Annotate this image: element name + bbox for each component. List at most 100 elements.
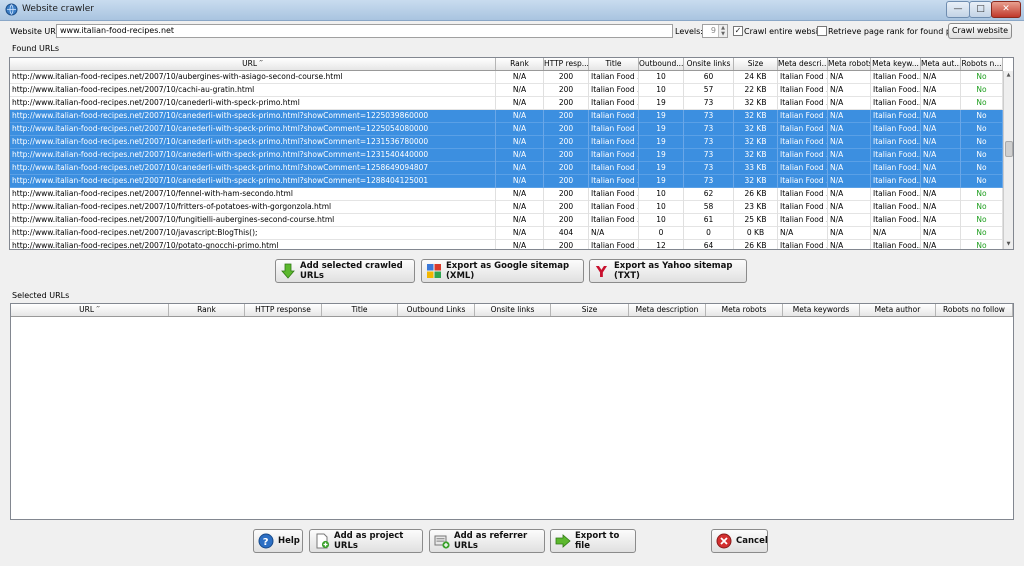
table-row[interactable]: http://www.italian-food-recipes.net/2007… <box>10 110 1003 123</box>
table-cell: 73 <box>684 136 734 149</box>
table-cell: N/A <box>921 110 961 123</box>
scroll-down-icon[interactable]: ▼ <box>1004 240 1013 249</box>
table-cell: No <box>961 188 1003 201</box>
table-row[interactable]: http://www.italian-food-recipes.net/2007… <box>10 162 1003 175</box>
table-row[interactable]: http://www.italian-food-recipes.net/2007… <box>10 240 1003 249</box>
found-header-cell[interactable]: Robots n... <box>961 58 1003 70</box>
website-url-input[interactable]: www.italian-food-recipes.net <box>56 24 673 38</box>
table-cell: N/A <box>921 227 961 240</box>
selected-header-cell[interactable]: URL ′′ <box>11 304 169 316</box>
selected-header-cell[interactable]: Size <box>551 304 629 316</box>
crawl-entire-checkbox[interactable]: ✓ <box>733 26 743 36</box>
table-cell: N/A <box>496 123 544 136</box>
table-row[interactable]: http://www.italian-food-recipes.net/2007… <box>10 149 1003 162</box>
add-selected-crawled-urls-button[interactable]: Add selected crawled URLs <box>275 259 415 283</box>
table-cell: 10 <box>639 201 684 214</box>
table-cell: No <box>961 240 1003 249</box>
found-header-cell[interactable]: URL ′′ <box>10 58 496 70</box>
found-header-cell[interactable]: Meta robots <box>828 58 871 70</box>
found-header-cell[interactable]: Size <box>734 58 778 70</box>
found-urls-table[interactable]: URL ′′ Rank HTTP resp... Title Outbound... On… <box>9 57 1014 250</box>
table-cell: Italian Food... <box>871 84 921 97</box>
table-cell: N/A <box>828 188 871 201</box>
table-cell: N/A <box>828 201 871 214</box>
maximize-button[interactable]: □ <box>969 1 992 18</box>
add-as-referrer-urls-button[interactable]: Add as referrer URLs <box>429 529 545 553</box>
close-button[interactable]: ✕ <box>991 1 1021 18</box>
app-icon <box>5 3 18 16</box>
table-cell: 57 <box>684 84 734 97</box>
table-row[interactable]: http://www.italian-food-recipes.net/2007… <box>10 175 1003 188</box>
found-header-cell[interactable]: Meta aut... <box>921 58 961 70</box>
selected-urls-table[interactable]: URL ′′ Rank HTTP response Title Outbound Lin… <box>10 303 1014 520</box>
table-row[interactable]: http://www.italian-food-recipes.net/2007… <box>10 214 1003 227</box>
add-referrer-icon <box>434 535 450 549</box>
stepper-arrows-icon[interactable]: ▲ ▼ <box>718 25 727 37</box>
found-urls-scrollbar[interactable]: ▲ ▼ <box>1003 71 1013 249</box>
table-cell: 19 <box>639 136 684 149</box>
table-row[interactable]: http://www.italian-food-recipes.net/2007… <box>10 97 1003 110</box>
table-cell: 10 <box>639 214 684 227</box>
selected-header-cell[interactable]: Rank <box>169 304 245 316</box>
selected-header-cell[interactable]: Meta robots <box>706 304 783 316</box>
found-header-cell[interactable]: Outbound... <box>639 58 684 70</box>
levels-stepper[interactable]: 9 ▲ ▼ <box>702 24 728 38</box>
table-cell: N/A <box>921 214 961 227</box>
table-cell: 19 <box>639 175 684 188</box>
found-header-cell[interactable]: Meta descri... <box>778 58 828 70</box>
help-button[interactable]: ? Help <box>253 529 303 553</box>
minimize-button[interactable]: — <box>946 1 970 18</box>
scroll-thumb[interactable] <box>1005 141 1013 157</box>
table-row[interactable]: http://www.italian-food-recipes.net/2007… <box>10 123 1003 136</box>
found-header-cell[interactable]: Meta keyw... <box>871 58 921 70</box>
export-google-sitemap-button[interactable]: Export as Google sitemap (XML) <box>421 259 584 283</box>
cancel-button[interactable]: Cancel <box>711 529 768 553</box>
table-row[interactable]: http://www.italian-food-recipes.net/2007… <box>10 227 1003 240</box>
add-as-project-urls-button[interactable]: Add as project URLs <box>309 529 423 553</box>
table-cell: N/A <box>828 136 871 149</box>
table-cell: 200 <box>544 136 589 149</box>
table-cell: N/A <box>496 84 544 97</box>
found-header-cell[interactable]: HTTP resp... <box>544 58 589 70</box>
table-row[interactable]: http://www.italian-food-recipes.net/2007… <box>10 71 1003 84</box>
table-cell: Italian Food... <box>871 97 921 110</box>
found-header-cell[interactable]: Onsite links <box>684 58 734 70</box>
selected-header-cell[interactable]: Robots no follow <box>936 304 1013 316</box>
selected-header-cell[interactable]: HTTP response <box>245 304 322 316</box>
table-cell: 32 KB <box>734 175 778 188</box>
table-cell: 25 KB <box>734 214 778 227</box>
crawl-website-button[interactable]: Crawl website <box>948 23 1012 39</box>
found-header-cell[interactable]: Title <box>589 58 639 70</box>
selected-header-cell[interactable]: Onsite links <box>475 304 551 316</box>
table-cell: N/A <box>828 123 871 136</box>
scroll-up-icon[interactable]: ▲ <box>1004 71 1013 80</box>
table-row[interactable]: http://www.italian-food-recipes.net/2007… <box>10 201 1003 214</box>
table-row[interactable]: http://www.italian-food-recipes.net/2007… <box>10 136 1003 149</box>
table-cell: Italian Food ... <box>589 97 639 110</box>
table-cell: http://www.italian-food-recipes.net/2007… <box>10 110 496 123</box>
table-cell: No <box>961 214 1003 227</box>
selected-header-cell[interactable]: Meta author <box>860 304 936 316</box>
selected-header-cell[interactable]: Meta keywords <box>783 304 860 316</box>
table-row[interactable]: http://www.italian-food-recipes.net/2007… <box>10 188 1003 201</box>
selected-header-cell[interactable]: Outbound Links <box>398 304 475 316</box>
table-cell: Italian Food ... <box>589 188 639 201</box>
export-to-file-button[interactable]: Export to file <box>550 529 636 553</box>
selected-header-cell[interactable]: Meta description <box>629 304 706 316</box>
table-cell: 19 <box>639 97 684 110</box>
found-header-cell[interactable]: Rank <box>496 58 544 70</box>
table-cell: N/A <box>828 162 871 175</box>
crawl-entire-label: Crawl entire website <box>744 27 827 36</box>
export-yahoo-sitemap-button[interactable]: Y Export as Yahoo sitemap (TXT) <box>589 259 747 283</box>
table-cell: Italian Food ... <box>589 201 639 214</box>
add-project-label: Add as project URLs <box>334 531 404 551</box>
retrieve-rank-checkbox[interactable] <box>817 26 827 36</box>
table-cell: N/A <box>828 110 871 123</box>
table-cell: Italian Food ... <box>589 149 639 162</box>
selected-header-cell[interactable]: Title <box>322 304 398 316</box>
table-cell: 32 KB <box>734 97 778 110</box>
table-row[interactable]: http://www.italian-food-recipes.net/2007… <box>10 84 1003 97</box>
table-cell: No <box>961 84 1003 97</box>
minimize-icon: — <box>953 4 963 14</box>
table-cell: 200 <box>544 240 589 249</box>
